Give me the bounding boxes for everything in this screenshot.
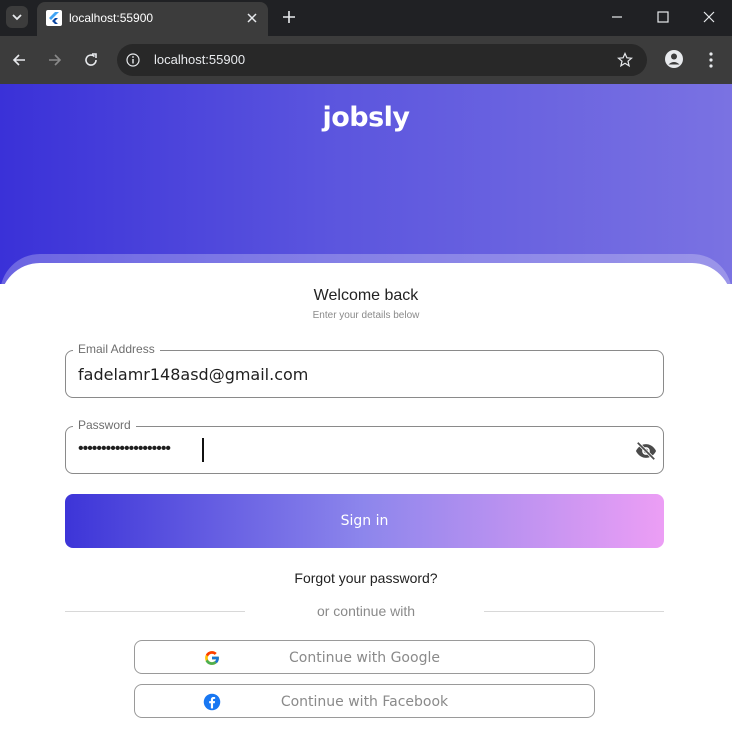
eye-off-icon[interactable]	[635, 440, 657, 462]
tab-title: localhost:55900	[69, 11, 154, 25]
brand-logo-text: jobsly	[322, 102, 410, 133]
browser-tabbar: localhost:55900	[0, 0, 732, 36]
minimize-icon	[612, 16, 622, 18]
divider-text: or continue with	[316, 603, 416, 619]
email-input-value[interactable]: fadelamr148asd@gmail.com	[78, 365, 308, 384]
welcome-heading: Welcome back	[313, 287, 419, 304]
password-field[interactable]: Password ••••••••••••••••••••	[65, 418, 664, 474]
reload-icon	[85, 53, 97, 66]
close-window-button[interactable]	[695, 4, 723, 30]
plus-icon	[283, 11, 295, 23]
browser-tab[interactable]: localhost:55900	[37, 2, 268, 36]
minimize-button[interactable]	[603, 4, 631, 30]
password-label: Password	[73, 418, 136, 432]
tab-close-button[interactable]	[244, 10, 260, 26]
flutter-favicon-icon	[46, 10, 62, 26]
text-cursor	[202, 438, 204, 462]
welcome-subtitle: Enter your details below	[312, 310, 420, 321]
email-label: Email Address	[73, 342, 160, 356]
sign-in-button[interactable]: Sign in	[65, 494, 664, 548]
url-text: localhost:55900	[154, 52, 246, 67]
reload-button[interactable]	[80, 49, 102, 71]
google-signin-button[interactable]: Continue with Google	[134, 640, 595, 674]
password-input-value[interactable]: ••••••••••••••••••••	[78, 440, 171, 458]
forgot-password-link[interactable]: Forgot your password?	[0, 570, 732, 586]
tab-search-button[interactable]	[6, 6, 28, 28]
maximize-icon	[657, 11, 669, 23]
maximize-button[interactable]	[649, 4, 677, 30]
arrow-right-icon	[49, 54, 62, 66]
address-bar[interactable]: localhost:55900	[117, 44, 647, 76]
forward-button[interactable]	[44, 49, 66, 71]
browser-menu-button[interactable]	[701, 49, 721, 71]
chevron-down-icon	[12, 14, 22, 21]
email-field[interactable]: Email Address fadelamr148asd@gmail.com	[65, 342, 664, 398]
close-icon	[703, 11, 715, 23]
facebook-signin-button[interactable]: Continue with Facebook	[134, 684, 595, 718]
google-button-label: Continue with Google	[289, 650, 440, 666]
back-button[interactable]	[8, 49, 30, 71]
new-tab-button[interactable]	[279, 7, 299, 27]
more-vertical-icon	[709, 52, 713, 68]
arrow-left-icon	[12, 54, 25, 66]
browser-toolbar: localhost:55900	[0, 36, 732, 84]
info-icon[interactable]	[126, 53, 140, 67]
bookmark-star-icon[interactable]	[617, 52, 633, 68]
facebook-button-label: Continue with Facebook	[280, 694, 449, 710]
close-icon	[247, 13, 257, 23]
profile-icon[interactable]	[664, 49, 684, 69]
